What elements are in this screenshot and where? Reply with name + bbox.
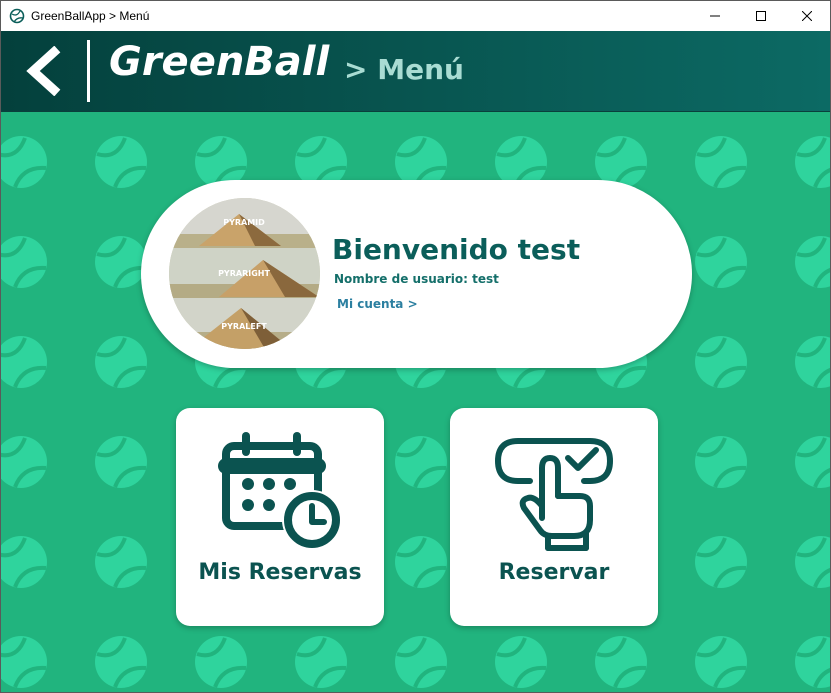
pattern-ball [1,234,49,290]
pattern-ball [93,334,149,390]
pattern-ball [693,434,749,490]
breadcrumb: > Menú [344,53,464,86]
finger-press-check-icon [495,438,613,551]
minimize-icon [710,15,720,17]
close-icon [802,11,812,21]
pattern-ball [693,134,749,190]
pattern-ball [693,334,749,390]
pattern-ball [593,634,649,690]
pattern-ball [793,434,830,490]
pattern-ball [1,134,49,190]
pattern-ball [693,634,749,690]
avatar-label-3: PYRALEFT [221,322,267,331]
pattern-ball [1,334,49,390]
back-button[interactable] [15,41,71,101]
close-button[interactable] [784,1,830,31]
my-account-link[interactable]: Mi cuenta > [337,297,418,311]
brand-logo: GreenBall [109,39,330,85]
pattern-ball [93,434,149,490]
pattern-ball [793,634,830,690]
maximize-button[interactable] [738,1,784,31]
welcome-title: Bienvenido test [332,233,581,266]
welcome-card: PYRAMID PYRARIGHT PYRALEFT Bienvenido te… [141,180,692,368]
username-label: Nombre de usuario: test [334,272,499,286]
window-title: GreenBallApp > Menú [31,9,150,23]
window-controls [692,1,830,31]
pattern-ball [793,534,830,590]
app-header: GreenBall > Menú [1,31,830,112]
pattern-ball [493,634,549,690]
pattern-ball [693,234,749,290]
app-window: GreenBallApp > Menú GreenBall > Menú PYR… [0,0,831,693]
pattern-ball [793,134,830,190]
pattern-ball [393,434,449,490]
pattern-ball [293,634,349,690]
pattern-ball [1,534,49,590]
chevron-left-icon [26,46,61,96]
book-button[interactable]: Reservar [450,408,658,626]
pattern-ball [393,634,449,690]
avatar-image: PYRAMID PYRARIGHT PYRALEFT [169,198,320,349]
avatar[interactable]: PYRAMID PYRARIGHT PYRALEFT [169,198,320,349]
pattern-ball [693,534,749,590]
header-divider [87,40,90,102]
window-titlebar[interactable]: GreenBallApp > Menú [1,1,830,31]
pattern-ball [93,634,149,690]
calendar-clock-icon [218,432,342,550]
pattern-ball [93,234,149,290]
book-label: Reservar [498,560,610,585]
pattern-ball [93,534,149,590]
avatar-label-2: PYRARIGHT [218,269,270,278]
app-icon [9,8,25,24]
maximize-icon [756,11,766,21]
my-reservations-button[interactable]: Mis Reservas [176,408,384,626]
pattern-ball [393,534,449,590]
avatar-label-1: PYRAMID [223,218,265,227]
pattern-ball [1,634,49,690]
my-reservations-label: Mis Reservas [198,560,362,585]
pattern-ball [1,434,49,490]
pattern-ball [193,634,249,690]
pattern-ball [793,234,830,290]
minimize-button[interactable] [692,1,738,31]
pattern-ball [93,134,149,190]
pattern-ball [793,334,830,390]
